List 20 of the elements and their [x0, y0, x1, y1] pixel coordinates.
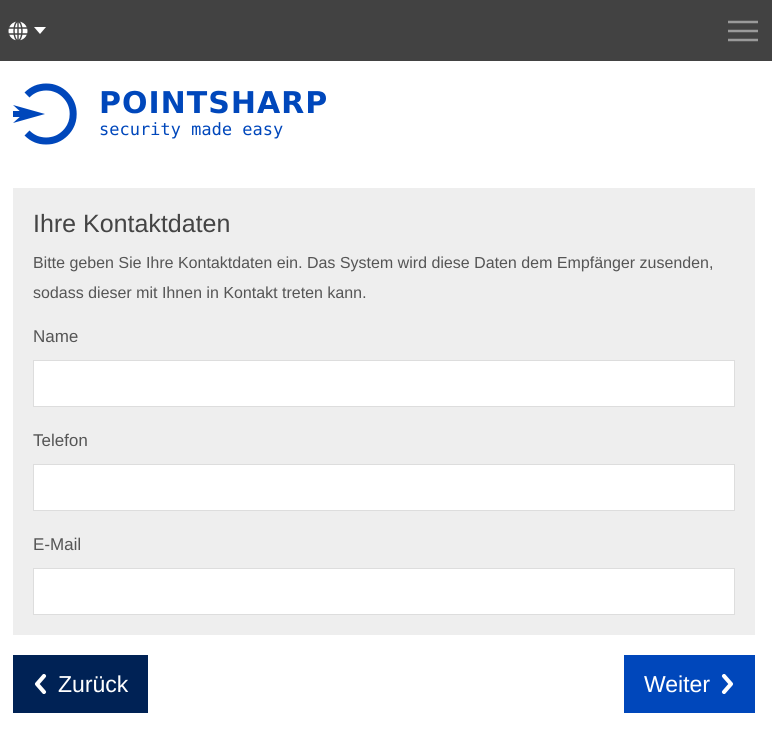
language-button[interactable]: [8, 20, 46, 40]
input-field[interactable]: [33, 568, 735, 615]
brand-tagline: security made easy: [99, 120, 284, 140]
caret-icon: [34, 27, 46, 34]
next-button[interactable]: Weiter: [624, 655, 755, 713]
field-label: Name: [33, 327, 78, 347]
logo-icon: [13, 81, 79, 147]
brand-name: POINTSHARP: [99, 88, 328, 120]
chevron-left-icon: [33, 674, 48, 694]
back-button[interactable]: Zurück: [13, 655, 148, 713]
menu-button[interactable]: [728, 20, 758, 42]
input-field[interactable]: [33, 360, 735, 407]
globe-icon: [8, 20, 28, 40]
form-title: Ihre Kontaktdaten: [33, 210, 232, 239]
menu-icon: [728, 20, 758, 42]
input-field[interactable]: [33, 464, 735, 511]
field-label: Telefon: [33, 431, 88, 451]
field-label: E-Mail: [33, 535, 82, 555]
form-description: Bitte geben Sie Ihre Kontaktdaten ein. Das System wird diese Daten dem Empfänger zusenden, sodass dieser mit Ihnen in Kontakt treten kann.: [33, 254, 714, 304]
chevron-right-icon: [720, 674, 735, 694]
